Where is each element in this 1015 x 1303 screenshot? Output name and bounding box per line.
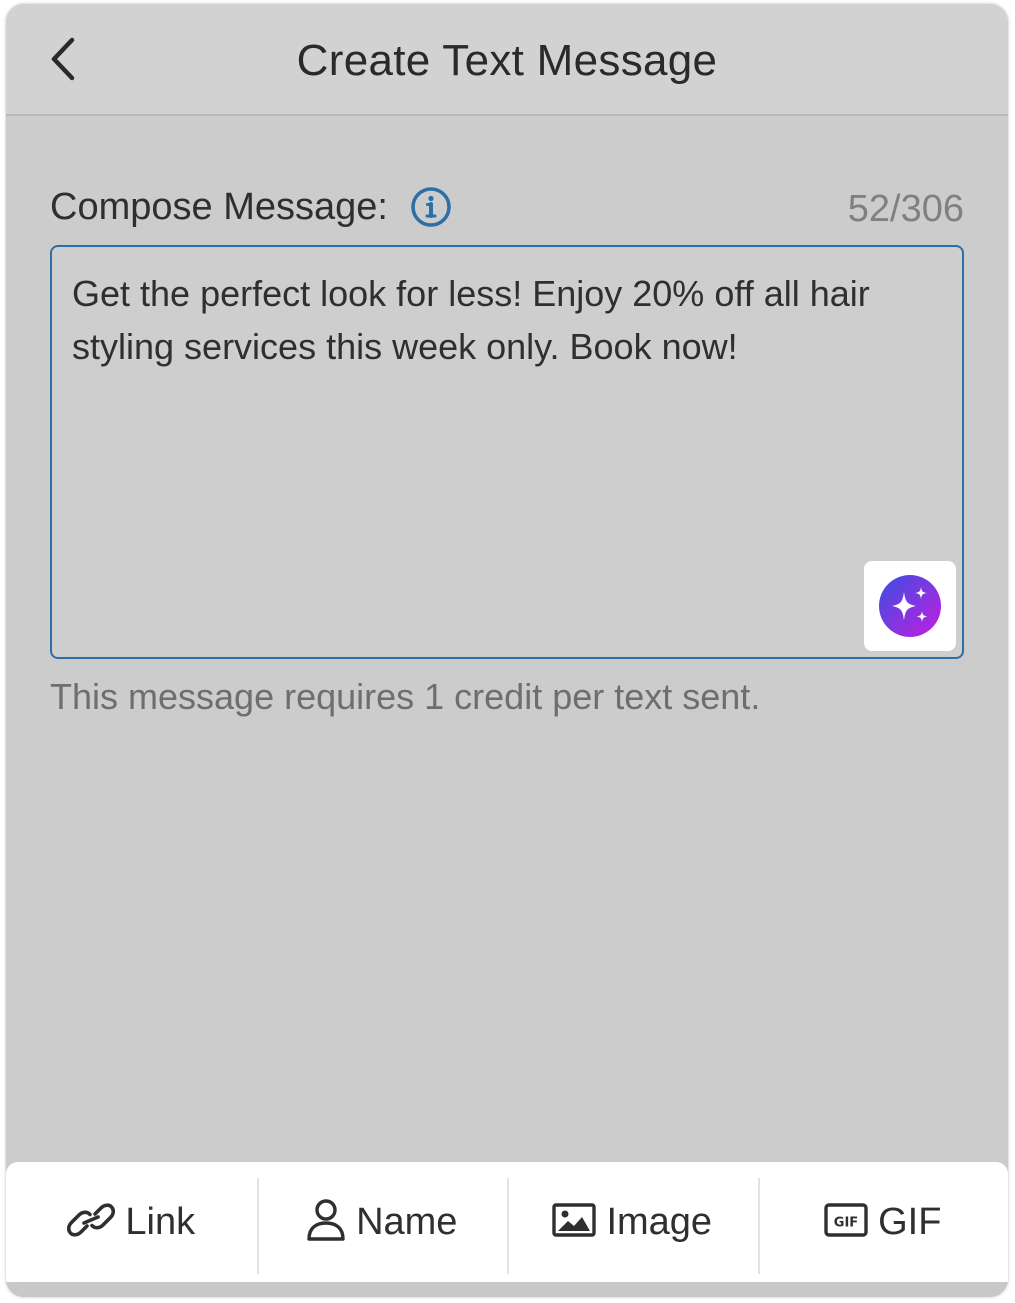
image-icon (552, 1202, 597, 1243)
sparkles-icon (879, 575, 941, 637)
name-label: Name (356, 1200, 458, 1243)
link-icon (67, 1200, 116, 1245)
image-button[interactable]: Image (507, 1162, 758, 1282)
compose-label: Compose Message: (50, 186, 388, 228)
header-bar: Create Text Message (6, 4, 1008, 116)
page-title: Create Text Message (296, 36, 718, 85)
gif-button[interactable]: GIF GIF (757, 1162, 1009, 1282)
compose-header: Compose Message: 52/306 (50, 184, 964, 234)
insert-toolbar: Link Name Image GIF GIF (6, 1162, 1008, 1282)
image-label: Image (606, 1200, 713, 1243)
bottom-strip (6, 1282, 1008, 1297)
person-icon (306, 1198, 346, 1247)
message-textarea[interactable]: Get the perfect look for less! Enjoy 20%… (50, 245, 964, 659)
character-counter: 52/306 (847, 188, 964, 230)
app-screen: Create Text Message Compose Message: 52/… (6, 4, 1008, 1297)
info-icon[interactable] (410, 186, 452, 228)
gif-label: GIF (878, 1200, 942, 1243)
name-button[interactable]: Name (256, 1162, 508, 1282)
link-label: Link (125, 1200, 196, 1243)
message-text[interactable]: Get the perfect look for less! Enjoy 20%… (72, 267, 952, 373)
gif-icon: GIF (824, 1202, 868, 1243)
svg-text:GIF: GIF (834, 1215, 858, 1230)
credit-note: This message requires 1 credit per text … (50, 676, 761, 717)
link-button[interactable]: Link (6, 1162, 257, 1282)
ai-assist-button[interactable] (864, 561, 956, 651)
